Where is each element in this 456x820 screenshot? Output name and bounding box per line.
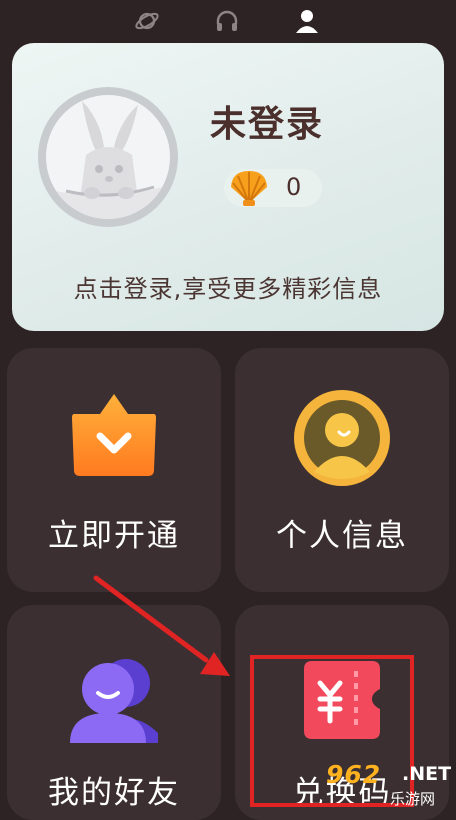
coin-count: 0 [286,173,302,201]
tile-open-vip[interactable]: 立即开通 [7,348,221,592]
coin-balance: 0 [224,169,322,207]
top-nav [0,0,456,42]
tile-label: 立即开通 [48,518,180,554]
profile-card[interactable]: 未登录 0 点击登录,享受更多精彩信息 [12,43,444,331]
avatar[interactable] [38,87,178,227]
headphones-icon [216,10,238,31]
site-watermark: 962 .NET 乐游网 [322,760,456,810]
tile-my-friends[interactable]: 我的好友 [7,605,221,820]
shell-icon [231,171,267,206]
watermark-site: 乐游网 [390,790,436,808]
tab-listen[interactable] [214,8,240,34]
tile-personal-info[interactable]: 个人信息 [235,348,449,592]
login-tip[interactable]: 点击登录,享受更多精彩信息 [12,269,444,304]
vip-crown-icon [72,394,156,476]
watermark-tld: .NET [402,763,452,785]
watermark-number: 962 [326,760,382,789]
planet-icon [135,12,159,30]
tile-label: 个人信息 [276,518,408,554]
username: 未登录 [210,104,325,145]
rabbit-avatar-icon [56,101,162,219]
tab-profile[interactable] [294,8,320,34]
person-icon [296,10,318,33]
friends-icon [70,659,158,743]
tab-discover[interactable] [134,8,160,34]
profile-info-icon [294,390,390,486]
tile-label: 我的好友 [48,775,180,811]
